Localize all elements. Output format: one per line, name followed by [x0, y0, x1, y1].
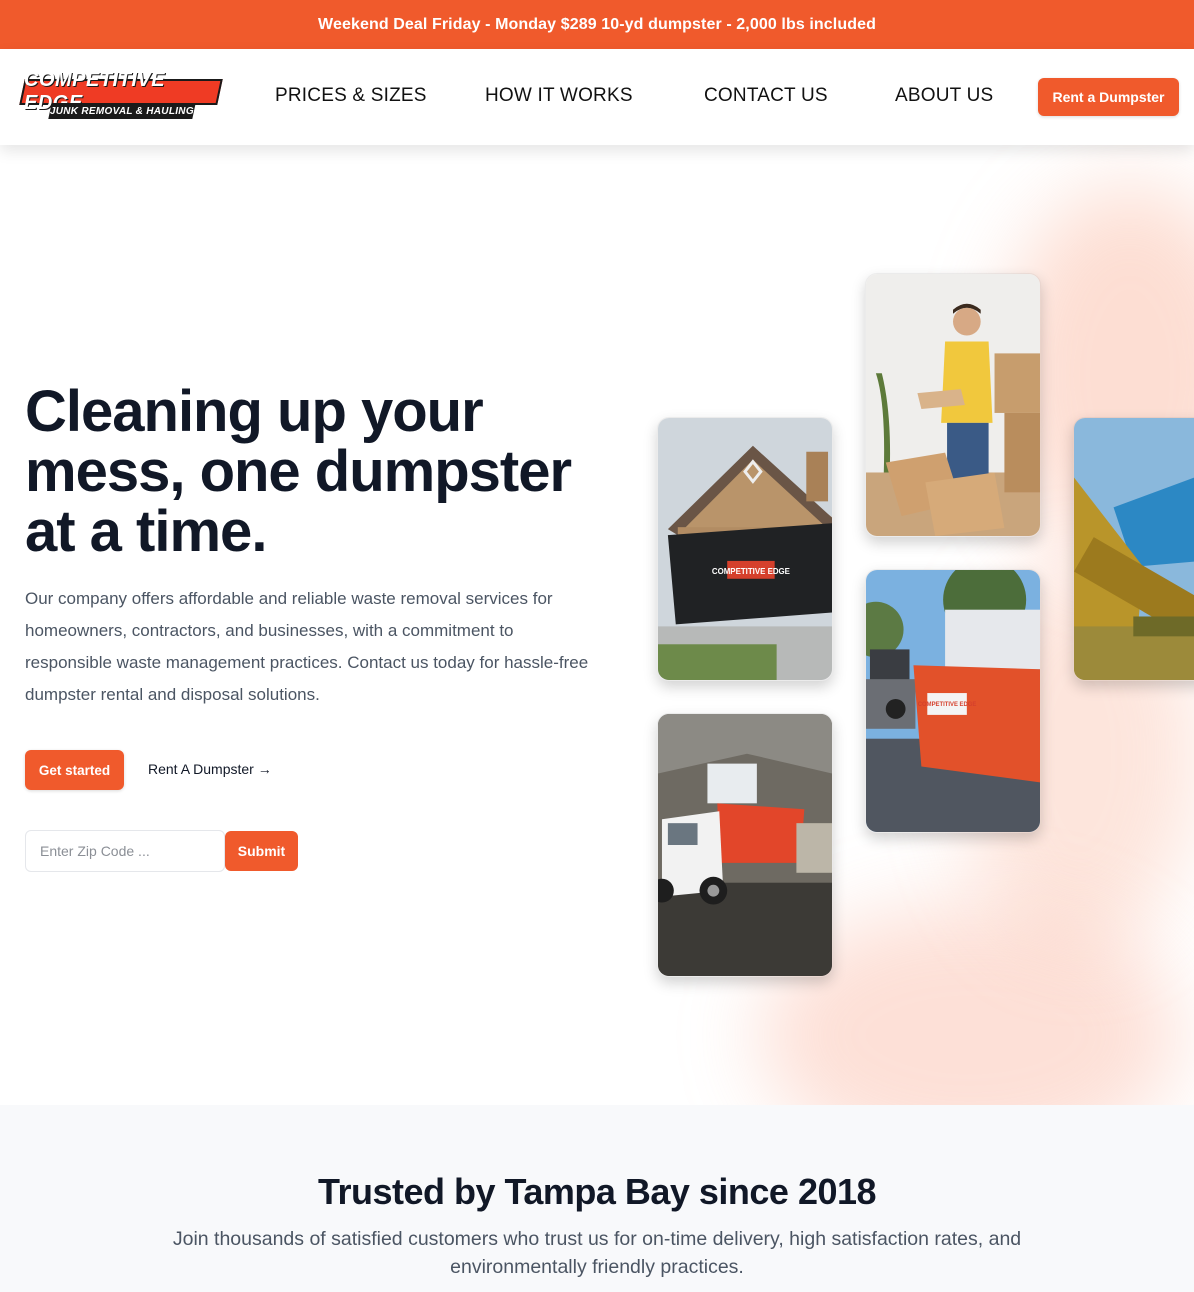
- black-dumpster-decal-text: COMPETITIVE EDGE: [712, 567, 790, 576]
- nav-link-prices-sizes[interactable]: PRICES & SIZES: [275, 85, 427, 107]
- nav-link-about-us[interactable]: ABOUT US: [895, 85, 993, 107]
- main-nav: PRICES & SIZES HOW IT WORKS CONTACT US A…: [0, 85, 1194, 111]
- zip-code-input[interactable]: [25, 830, 225, 872]
- trusted-title: Trusted by Tampa Bay since 2018: [317, 1171, 877, 1212]
- hero-description: Our company offers affordable and reliab…: [25, 589, 589, 704]
- trusted-subtitle: Join thousands of satisfied customers wh…: [172, 1228, 1022, 1278]
- trusted-section: Trusted by Tampa Bay since 2018 Join tho…: [0, 1105, 1194, 1292]
- hero-headline: Cleaning up your mess, one dumpster at a…: [25, 379, 572, 564]
- nav-link-contact-us[interactable]: CONTACT US: [704, 85, 828, 107]
- zip-submit-button[interactable]: Submit: [225, 831, 298, 871]
- black-dumpster-driveway-photo: COMPETITIVE EDGE: [657, 417, 833, 681]
- red-dumpster-decal-text: COMPETITIVE EDGE: [918, 702, 977, 708]
- dumpster-lift-photo: [1073, 417, 1194, 681]
- man-moving-boxes-photo: [865, 273, 1041, 537]
- get-started-button[interactable]: Get started: [25, 750, 124, 790]
- nav-link-how-it-works[interactable]: HOW IT WORKS: [485, 85, 633, 107]
- hero-section: Cleaning up your mess, one dumpster at a…: [0, 145, 1194, 1105]
- rent-dumpster-link[interactable]: Rent A Dumpster →: [148, 761, 272, 777]
- dump-truck-warehouse-photo: [657, 713, 833, 977]
- promo-banner: Weekend Deal Friday - Monday $289 10-yd …: [0, 0, 1194, 49]
- red-roll-off-dumpster-photo: COMPETITIVE EDGE: [865, 569, 1041, 833]
- rent-dumpster-header-button[interactable]: Rent a Dumpster: [1038, 78, 1179, 116]
- site-header: COMPETITIVE EDGE JUNK REMOVAL & HAULING …: [0, 49, 1194, 145]
- promo-banner-text: Weekend Deal Friday - Monday $289 10-yd …: [318, 15, 876, 33]
- page: Weekend Deal Friday - Monday $289 10-yd …: [0, 0, 1194, 1292]
